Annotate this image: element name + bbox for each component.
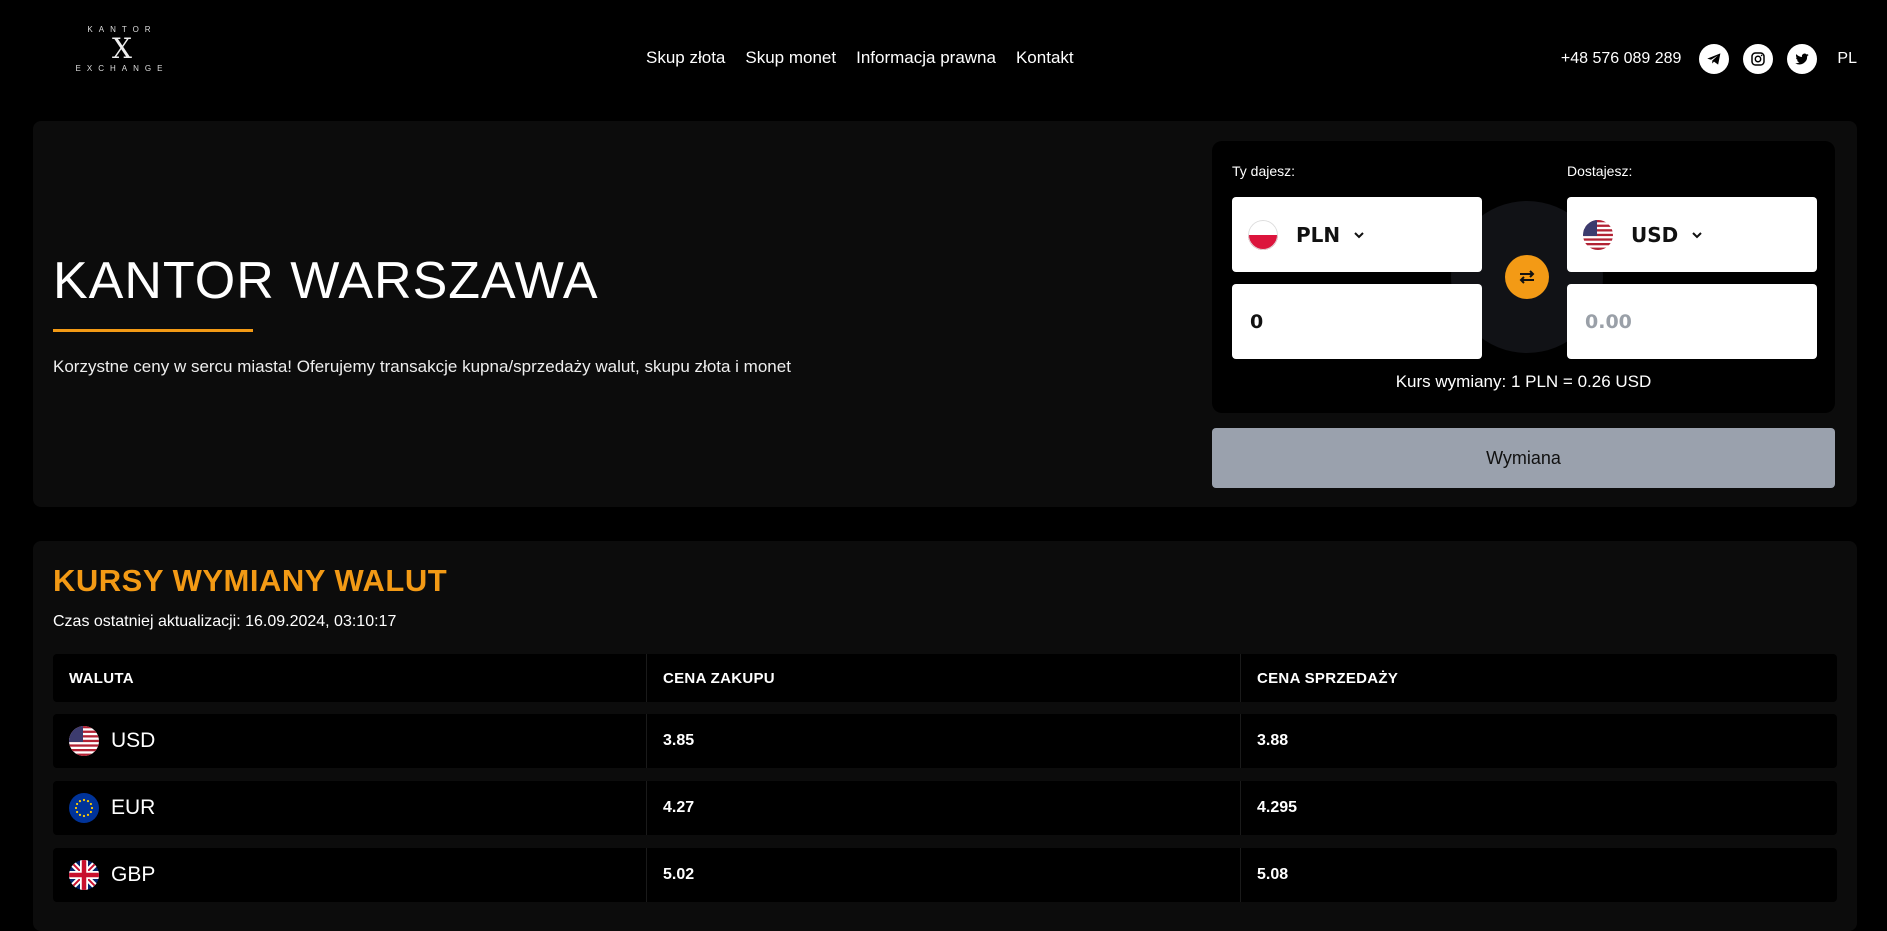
currency-code: GBP <box>111 863 156 886</box>
nav-kontakt[interactable]: Kontakt <box>1016 48 1074 68</box>
eu-flag-icon <box>69 793 99 823</box>
column-header-currency: WALUTA <box>53 654 647 702</box>
buy-price: 3.85 <box>647 714 1241 768</box>
sell-price: 4.295 <box>1257 799 1298 816</box>
twitter-icon[interactable] <box>1787 44 1818 74</box>
pl-flag-icon <box>1248 219 1278 250</box>
table-row: GBP 5.02 5.08 <box>53 848 1837 902</box>
us-flag-icon <box>69 726 99 756</box>
page-title: KANTOR WARSZAWA <box>53 252 599 310</box>
give-currency-code: PLN <box>1296 222 1341 247</box>
currency-code: USD <box>111 729 156 752</box>
table-row: USD 3.85 3.88 <box>53 714 1837 768</box>
hero-section: KANTOR WARSZAWA Korzystne ceny w sercu m… <box>33 121 1857 507</box>
instagram-icon[interactable] <box>1743 44 1774 74</box>
hero-description: Korzystne ceny w sercu miasta! Oferujemy… <box>53 357 791 376</box>
currency-exchanger: Ty dajesz: Dostajesz: PLN USD 0 0.00 Kur… <box>1212 141 1835 413</box>
currency-cell: USD <box>53 714 647 768</box>
get-amount-input[interactable]: 0.00 <box>1567 284 1817 359</box>
us-flag-icon <box>1583 219 1613 250</box>
exchange-submit-button[interactable]: Wymiana <box>1212 428 1835 488</box>
nav-skup-monet[interactable]: Skup monet <box>745 48 836 68</box>
get-label: Dostajesz: <box>1567 163 1633 179</box>
chevron-down-icon <box>1354 231 1364 238</box>
buy-price: 5.02 <box>647 848 1241 902</box>
sell-price: 5.08 <box>1257 866 1289 883</box>
exchange-rate-text: Kurs wymiany: 1 PLN = 0.26 USD <box>1395 372 1652 391</box>
currency-cell: EUR <box>53 781 647 835</box>
chevron-down-icon <box>1692 231 1702 238</box>
currency-cell: GBP <box>53 848 647 902</box>
get-currency-code: USD <box>1631 222 1679 247</box>
site-header: KANTOR X EXCHANGE Skup złota Skup monet … <box>0 0 1887 118</box>
buy-price: 4.27 <box>647 781 1241 835</box>
table-row: EUR 4.27 4.295 <box>53 781 1837 835</box>
get-amount-placeholder: 0.00 <box>1585 310 1632 333</box>
telegram-icon[interactable] <box>1699 44 1730 74</box>
rates-section: KURSY WYMIANY WALUT Czas ostatniej aktua… <box>33 541 1857 931</box>
logo-bottom-text: EXCHANGE <box>75 64 169 73</box>
logo-mark: X <box>112 32 132 65</box>
header-right: +48 576 089 289 PL <box>1561 44 1857 74</box>
logo[interactable]: KANTOR X EXCHANGE <box>62 22 182 92</box>
give-currency-select[interactable]: PLN <box>1232 197 1482 272</box>
currency-code: EUR <box>111 796 156 819</box>
nav-informacja-prawna[interactable]: Informacja prawna <box>856 48 996 68</box>
nav-skup-zlota[interactable]: Skup złota <box>646 48 725 68</box>
phone-link[interactable]: +48 576 089 289 <box>1561 50 1682 68</box>
last-update-text: Czas ostatniej aktualizacji: 16.09.2024,… <box>53 613 397 630</box>
gb-flag-icon <box>69 860 99 890</box>
main-nav: Skup złota Skup monet Informacja prawna … <box>646 48 1074 68</box>
column-header-sell: CENA SPRZEDAŻY <box>1257 669 1399 687</box>
rates-table-header: WALUTA CENA ZAKUPU CENA SPRZEDAŻY <box>53 654 1837 702</box>
swap-arrows-icon <box>1519 270 1535 284</box>
give-label: Ty dajesz: <box>1232 163 1296 179</box>
give-amount-value: 0 <box>1250 310 1264 333</box>
title-underline <box>53 329 253 332</box>
swap-currencies-button[interactable] <box>1505 255 1549 299</box>
column-header-buy: CENA ZAKUPU <box>647 654 1241 702</box>
get-currency-select[interactable]: USD <box>1567 197 1817 272</box>
rates-title: KURSY WYMIANY WALUT <box>53 563 448 598</box>
give-amount-input[interactable]: 0 <box>1232 284 1482 359</box>
language-switcher[interactable]: PL <box>1837 50 1857 68</box>
sell-price: 3.88 <box>1257 732 1289 749</box>
